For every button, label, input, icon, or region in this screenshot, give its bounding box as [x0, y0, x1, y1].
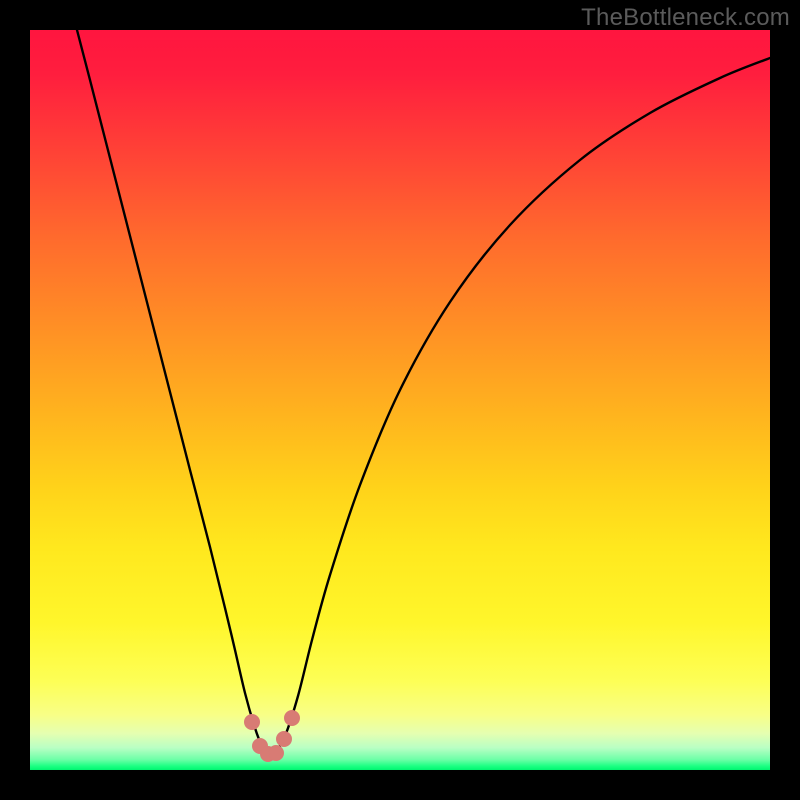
curve-layer: [30, 30, 770, 770]
valley-markers: [245, 711, 300, 762]
watermark-text: TheBottleneck.com: [581, 4, 790, 32]
valley-marker: [277, 732, 292, 747]
chart-frame: TheBottleneck.com: [0, 0, 800, 800]
valley-marker: [245, 715, 260, 730]
valley-marker: [269, 746, 284, 761]
bottleneck-curve: [77, 30, 770, 755]
valley-marker: [285, 711, 300, 726]
